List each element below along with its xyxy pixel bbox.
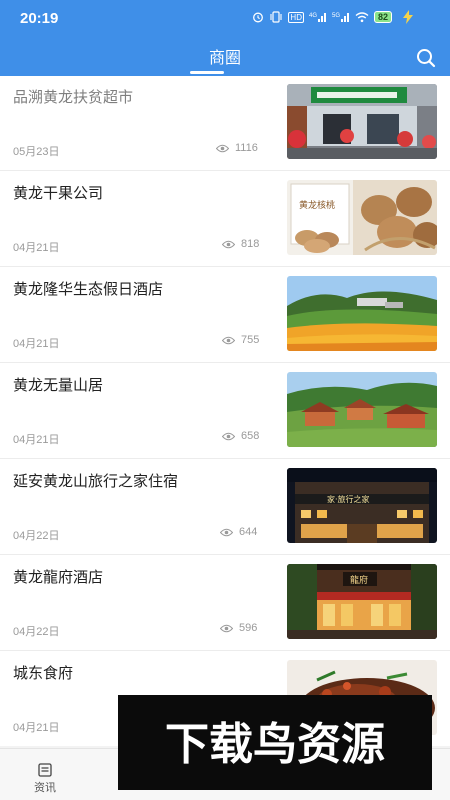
search-icon: [417, 49, 436, 68]
charging-icon: [402, 9, 414, 24]
item-title: 延安黄龙山旅行之家住宿: [13, 472, 179, 490]
item-title: 品溯黄龙扶贫超市: [13, 88, 134, 106]
view-count: 644: [239, 526, 258, 538]
eye-icon: [220, 624, 233, 632]
view-count: 658: [241, 430, 260, 442]
view-count: 755: [241, 334, 260, 346]
status-bar: 20:19 HD 4G 5G 82: [0, 0, 450, 40]
item-views: 1116: [216, 142, 258, 154]
vibrate-icon: [270, 11, 282, 23]
guesthouse-sign-text: 家·旅行之家: [327, 494, 370, 504]
news-icon: [38, 763, 52, 777]
item-title: 黄龙龍府酒店: [13, 568, 104, 586]
item-views: 596: [220, 622, 257, 634]
item-date: 04月21日: [13, 434, 60, 446]
alarm-icon: [253, 12, 264, 23]
item-views: 818: [222, 238, 259, 250]
svg-text:5G: 5G: [332, 13, 340, 19]
item-date: 04月21日: [13, 722, 60, 734]
watermark-logo: 下载鸟资源: [118, 695, 432, 790]
item-date: 04月21日: [13, 242, 60, 254]
list-item[interactable]: 黄龙龍府酒店 04月22日 596 龍府: [0, 556, 450, 651]
list-item[interactable]: 黄龙干果公司 04月21日 818 黄龙核桃: [0, 172, 450, 267]
walnut-photo: 黄龙核桃: [287, 180, 437, 255]
item-thumbnail[interactable]: [287, 84, 437, 159]
item-title: 黄龙隆华生态假日酒店: [13, 280, 164, 298]
eye-icon: [222, 336, 235, 344]
view-count: 596: [239, 622, 258, 634]
eye-icon: [222, 240, 235, 248]
list-item[interactable]: 黄龙无量山居 04月21日 658: [0, 364, 450, 459]
guesthouse-photo: 家·旅行之家: [287, 468, 437, 543]
item-title: 城东食府: [13, 664, 74, 682]
status-time: 20:19: [20, 10, 59, 27]
wifi-icon: [355, 12, 369, 23]
item-thumbnail[interactable]: [287, 372, 437, 447]
business-list: 品溯黄龙扶贫超市 05月23日 1116 黄龙干果公司 04月21日 818 黄…: [0, 76, 450, 746]
longfu-hotel-photo: 龍府: [287, 564, 437, 639]
item-thumbnail[interactable]: 龍府: [287, 564, 437, 639]
list-item[interactable]: 品溯黄龙扶贫超市 05月23日 1116: [0, 76, 450, 171]
item-date: 04月22日: [13, 530, 60, 542]
view-count: 1116: [235, 142, 258, 154]
mountain-lodge-photo: [287, 372, 437, 447]
walnut-brand-text: 黄龙核桃: [299, 199, 335, 211]
item-title: 黄龙无量山居: [13, 376, 104, 394]
search-button[interactable]: [414, 46, 438, 70]
page-title: 商圈: [208, 48, 241, 67]
nav-item-news[interactable]: 资讯: [0, 749, 90, 800]
app-screen: 20:19 HD 4G 5G 82 商圈 品溯黄龙扶贫超市 05月23日 111…: [0, 0, 450, 800]
supermarket-photo: [287, 84, 437, 159]
longfu-sign-text: 龍府: [350, 574, 368, 586]
signal-5g-icon: 5G: [332, 13, 349, 22]
status-icons: HD 4G 5G 82: [252, 11, 392, 23]
item-thumbnail[interactable]: 家·旅行之家: [287, 468, 437, 543]
list-item[interactable]: 黄龙隆华生态假日酒店 04月21日 755: [0, 268, 450, 363]
eye-icon: [222, 432, 235, 440]
item-date: 05月23日: [13, 146, 60, 158]
item-views: 755: [222, 334, 259, 346]
list-item[interactable]: 延安黄龙山旅行之家住宿 04月22日 644 家·旅行之家: [0, 460, 450, 555]
item-date: 04月21日: [13, 338, 60, 350]
eye-icon: [216, 144, 229, 152]
watermark-text-graphic: 下载鸟资源: [165, 719, 385, 770]
app-header: 商圈: [0, 40, 450, 76]
resort-photo: [287, 276, 437, 351]
hd-icon: HD: [288, 11, 304, 23]
title-underline: [190, 71, 224, 74]
item-thumbnail[interactable]: 黄龙核桃: [287, 180, 437, 255]
watermark-text: 下载鸟资源: [165, 719, 385, 770]
item-views: 658: [222, 430, 259, 442]
svg-text:4G: 4G: [309, 13, 317, 19]
eye-icon: [220, 528, 233, 536]
nav-label-news: 资讯: [34, 781, 56, 794]
item-date: 04月22日: [13, 626, 60, 638]
signal-4g-icon: 4G: [309, 13, 326, 22]
item-title: 黄龙干果公司: [13, 184, 104, 202]
item-thumbnail[interactable]: [287, 276, 437, 351]
item-views: 644: [220, 526, 257, 538]
battery-level: 82: [373, 11, 392, 23]
view-count: 818: [241, 238, 260, 250]
